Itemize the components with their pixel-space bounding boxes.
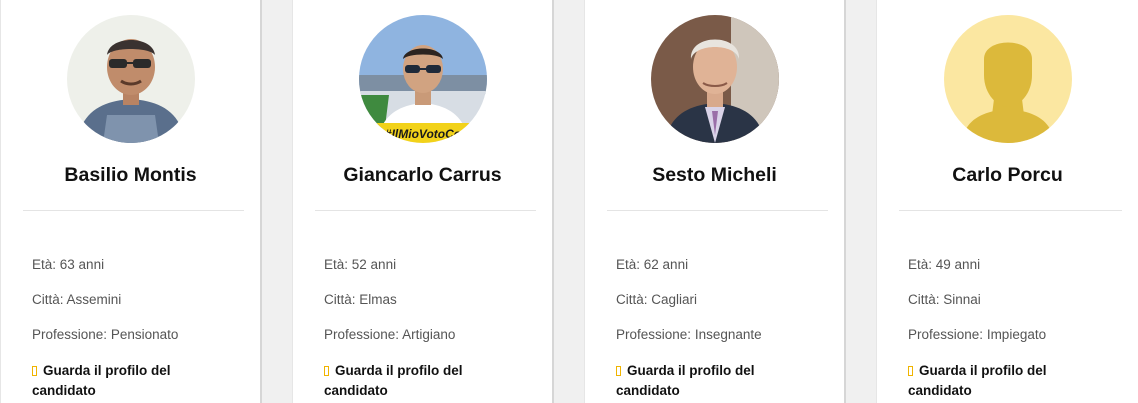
candidate-city: Città: Cagliari	[616, 292, 697, 307]
profession-label: Professione:	[32, 327, 108, 342]
candidate-name: Basilio Montis	[64, 164, 197, 186]
candidate-city: Città: Elmas	[324, 292, 397, 307]
age-value: 62 anni	[643, 257, 689, 272]
default-avatar-icon[interactable]	[943, 15, 1072, 143]
candidate-profession: Professione: Artigiano	[324, 327, 455, 342]
view-profile-label: Guarda il profilo del candidato	[32, 363, 171, 398]
external-link-icon	[908, 366, 913, 376]
age-label: Età:	[616, 257, 641, 272]
city-value: Cagliari	[651, 292, 698, 307]
profession-label: Professione:	[324, 327, 400, 342]
candidate-card: Sesto Micheli Età: 62 anni Città: Caglia…	[584, 0, 846, 403]
candidate-name: Giancarlo Carrus	[343, 164, 502, 186]
candidate-city: Città: Sinnai	[908, 292, 981, 307]
candidate-card: Basilio Montis Età: 63 anni Città: Assem…	[0, 0, 262, 403]
profession-label: Professione:	[616, 327, 692, 342]
candidate-name: Carlo Porcu	[952, 164, 1063, 186]
divider	[899, 210, 1122, 211]
view-profile-label: Guarda il profilo del candidato	[908, 363, 1047, 398]
candidate-card-row: Basilio Montis Età: 63 anni Città: Assem…	[0, 0, 1138, 403]
candidate-card: Carlo Porcu Età: 49 anni Città: Sinnai P…	[876, 0, 1138, 403]
person-photo-icon[interactable]	[66, 15, 195, 143]
candidate-card: #IlMioVotoCo Giancarlo Carrus Età: 52 an…	[292, 0, 554, 403]
view-profile-link[interactable]: Guarda il profilo del candidato	[32, 361, 222, 401]
person-photo-icon[interactable]	[650, 15, 779, 143]
city-value: Assemini	[66, 292, 122, 307]
divider	[315, 210, 536, 211]
divider	[23, 210, 244, 211]
external-link-icon	[32, 366, 37, 376]
profession-value: Impiegato	[986, 327, 1047, 342]
profession-value: Insegnante	[694, 327, 762, 342]
candidate-city: Città: Assemini	[32, 292, 121, 307]
candidate-profession: Professione: Pensionato	[32, 327, 178, 342]
external-link-icon	[324, 366, 329, 376]
external-link-icon	[616, 366, 621, 376]
candidate-profession: Professione: Insegnante	[616, 327, 762, 342]
candidate-name: Sesto Micheli	[652, 164, 777, 186]
candidate-age: Età: 52 anni	[324, 257, 396, 272]
age-value: 63 anni	[59, 257, 105, 272]
city-value: Sinnai	[943, 292, 981, 307]
age-label: Età:	[908, 257, 933, 272]
age-label: Età:	[32, 257, 57, 272]
view-profile-link[interactable]: Guarda il profilo del candidato	[324, 361, 514, 401]
profession-value: Artigiano	[402, 327, 456, 342]
candidate-age: Età: 62 anni	[616, 257, 688, 272]
candidate-age: Età: 63 anni	[32, 257, 104, 272]
city-value: Elmas	[359, 292, 397, 307]
age-value: 49 anni	[935, 257, 981, 272]
view-profile-link[interactable]: Guarda il profilo del candidato	[908, 361, 1098, 401]
view-profile-label: Guarda il profilo del candidato	[324, 363, 463, 398]
city-label: Città:	[324, 292, 356, 307]
view-profile-label: Guarda il profilo del candidato	[616, 363, 755, 398]
city-label: Città:	[616, 292, 648, 307]
profession-label: Professione:	[908, 327, 984, 342]
profession-value: Pensionato	[110, 327, 179, 342]
avatar-caption: #IlMioVotoCo	[384, 127, 460, 141]
candidate-age: Età: 49 anni	[908, 257, 980, 272]
divider	[607, 210, 828, 211]
city-label: Città:	[908, 292, 940, 307]
city-label: Città:	[32, 292, 64, 307]
age-value: 52 anni	[351, 257, 397, 272]
age-label: Età:	[324, 257, 349, 272]
person-photo-icon[interactable]: #IlMioVotoCo	[358, 15, 487, 143]
view-profile-link[interactable]: Guarda il profilo del candidato	[616, 361, 806, 401]
candidate-profession: Professione: Impiegato	[908, 327, 1046, 342]
